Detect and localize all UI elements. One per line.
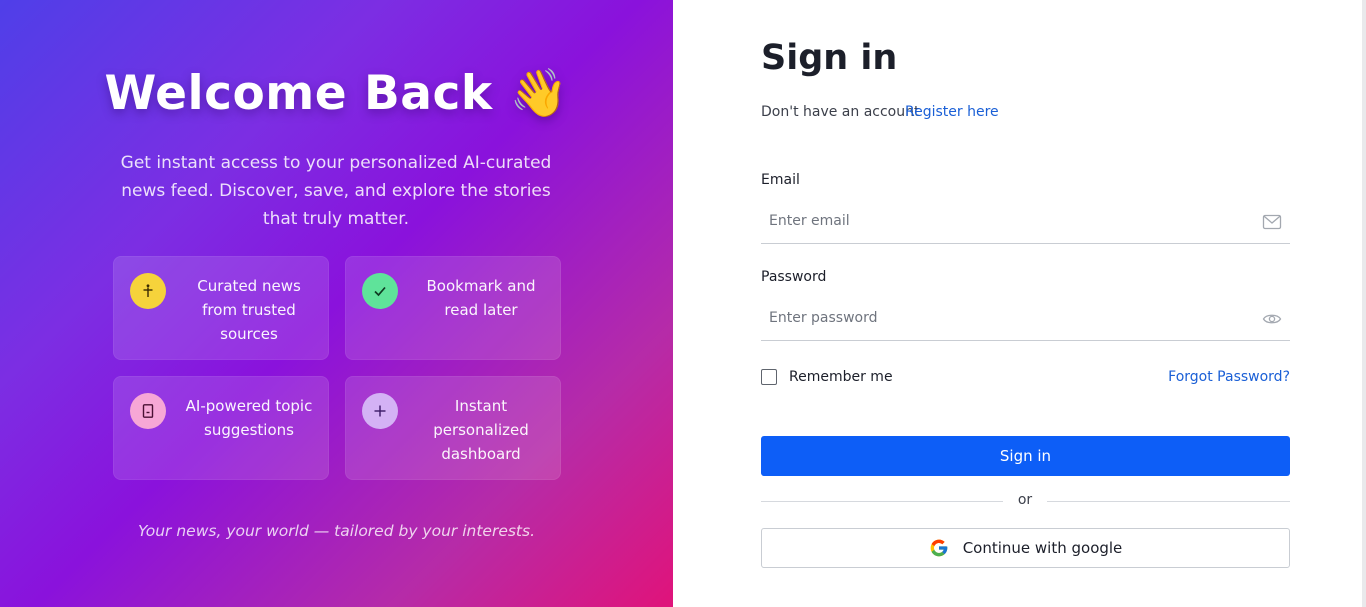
email-field[interactable] bbox=[761, 200, 1241, 242]
password-field[interactable] bbox=[761, 297, 1241, 339]
or-separator: or bbox=[1003, 492, 1047, 508]
no-account-text: Don't have an account bbox=[761, 104, 920, 120]
hero-title: Welcome Back 👋 bbox=[104, 66, 569, 121]
envelope-icon bbox=[1262, 214, 1282, 230]
signin-button[interactable]: Sign in bbox=[761, 436, 1290, 476]
feature-card-curated: Curated news from trusted sources bbox=[113, 256, 329, 360]
plus-icon bbox=[362, 393, 398, 429]
hero-subtitle: Get instant access to your personalized … bbox=[120, 153, 552, 229]
password-label: Password bbox=[761, 269, 827, 285]
check-icon bbox=[362, 273, 398, 309]
page-title: Sign in bbox=[761, 38, 898, 78]
register-link[interactable]: Register here bbox=[905, 104, 999, 120]
remember-checkbox[interactable] bbox=[761, 369, 777, 385]
google-signin-button[interactable]: Continue with google bbox=[761, 528, 1290, 568]
email-field-wrapper bbox=[761, 200, 1290, 244]
feature-card-ai-topics: AI-powered topic suggestions bbox=[113, 376, 329, 480]
google-icon bbox=[930, 539, 948, 557]
feature-label: AI-powered topic suggestions bbox=[185, 397, 313, 439]
feature-label: Curated news from trusted sources bbox=[197, 277, 301, 343]
signin-panel: Sign in Don't have an account Register h… bbox=[673, 0, 1366, 607]
remember-label: Remember me bbox=[789, 369, 893, 385]
google-button-label: Continue with google bbox=[962, 539, 1123, 557]
eye-icon[interactable] bbox=[1262, 309, 1282, 329]
feature-card-bookmark: Bookmark and read later bbox=[345, 256, 561, 360]
hero-tagline: Your news, your world — tailored by your… bbox=[137, 522, 536, 540]
feature-label: Bookmark and read later bbox=[426, 277, 536, 319]
feature-card-dashboard: Instant personalized dashboard bbox=[345, 376, 561, 480]
forgot-password-link[interactable]: Forgot Password? bbox=[1168, 369, 1290, 385]
remember-me[interactable]: Remember me bbox=[761, 368, 893, 386]
feature-label: Instant personalized dashboard bbox=[433, 397, 529, 463]
hero-panel: Welcome Back 👋 Get instant access to you… bbox=[0, 0, 673, 607]
book-icon bbox=[130, 393, 166, 429]
anchor-icon bbox=[130, 273, 166, 309]
email-label: Email bbox=[761, 172, 800, 188]
scrollbar[interactable] bbox=[1362, 0, 1366, 607]
password-field-wrapper bbox=[761, 297, 1290, 341]
